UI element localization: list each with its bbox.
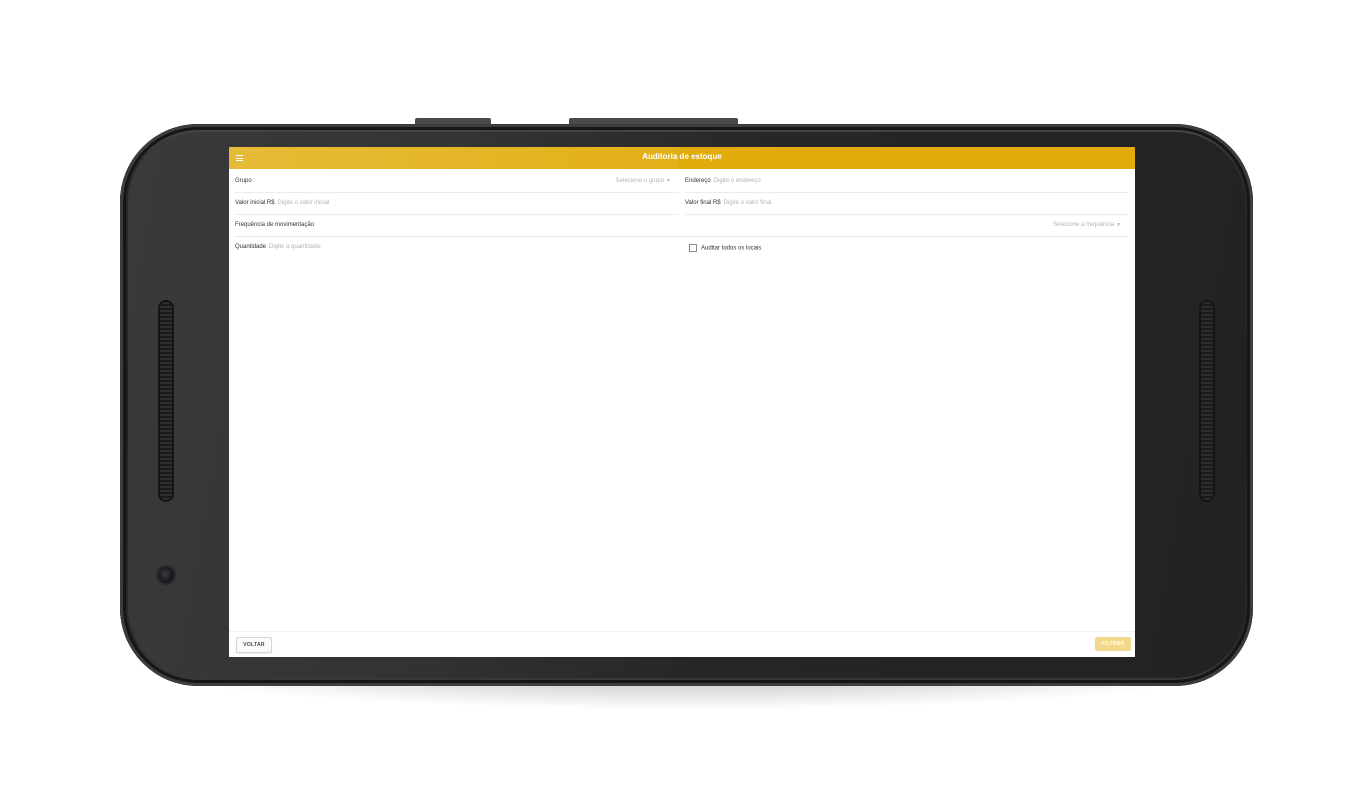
auditar-todos-row[interactable]: Auditar todos os locais bbox=[689, 244, 761, 254]
grupo-select[interactable]: Grupo Selecione o grupo ▼ bbox=[235, 170, 679, 193]
dropdown-arrow-icon: ▼ bbox=[1116, 222, 1121, 228]
valor-final-field[interactable]: Valor final R$ Digite o valor final bbox=[685, 192, 1129, 215]
front-camera bbox=[158, 567, 174, 583]
auditar-todos-label: Auditar todos os locais bbox=[701, 245, 762, 252]
grupo-label: Grupo bbox=[235, 178, 252, 184]
quantidade-field[interactable]: Quantidade Digite a quantidade bbox=[235, 236, 679, 258]
valor-inicial-input[interactable]: Digite o valor inicial bbox=[278, 200, 330, 206]
filter-button[interactable]: FILTRAR bbox=[1095, 637, 1131, 651]
dropdown-arrow-icon: ▼ bbox=[666, 178, 671, 184]
valor-final-label: Valor final R$ bbox=[685, 200, 721, 206]
page-title: Auditoria de estoque bbox=[642, 152, 722, 161]
endereco-label: Endereço bbox=[685, 178, 711, 184]
valor-final-input[interactable]: Digite o valor final bbox=[724, 200, 772, 206]
grupo-select-value[interactable]: Selecione o grupo ▼ bbox=[616, 170, 671, 192]
quantidade-label: Quantidade bbox=[235, 244, 267, 250]
left-speaker-grille bbox=[158, 300, 174, 502]
app-screen: Auditoria de estoque Grupo Selecione o g… bbox=[229, 147, 1135, 657]
endereco-field[interactable]: Endereço Digite o endereço bbox=[685, 170, 1129, 193]
frequencia-select-value[interactable]: Selecione a frequência ▼ bbox=[1053, 214, 1121, 236]
valor-inicial-label: Valor inicial R$ bbox=[235, 200, 275, 206]
auditar-todos-checkbox[interactable] bbox=[689, 244, 697, 252]
endereco-input[interactable]: Digite o endereço bbox=[714, 178, 761, 184]
valor-inicial-field[interactable]: Valor inicial R$ Digite o valor inicial bbox=[235, 192, 679, 215]
frequencia-select[interactable]: Frequência de movimentação Selecione a f… bbox=[235, 214, 1129, 237]
quantidade-input[interactable]: Digite a quantidade bbox=[269, 244, 321, 250]
footer-bar: VOLTAR FILTRAR bbox=[229, 631, 1135, 657]
frequencia-label: Frequência de movimentação bbox=[235, 222, 315, 228]
back-button[interactable]: VOLTAR bbox=[236, 637, 272, 653]
right-speaker-grille bbox=[1199, 300, 1215, 502]
app-bar: Auditoria de estoque bbox=[229, 147, 1135, 169]
